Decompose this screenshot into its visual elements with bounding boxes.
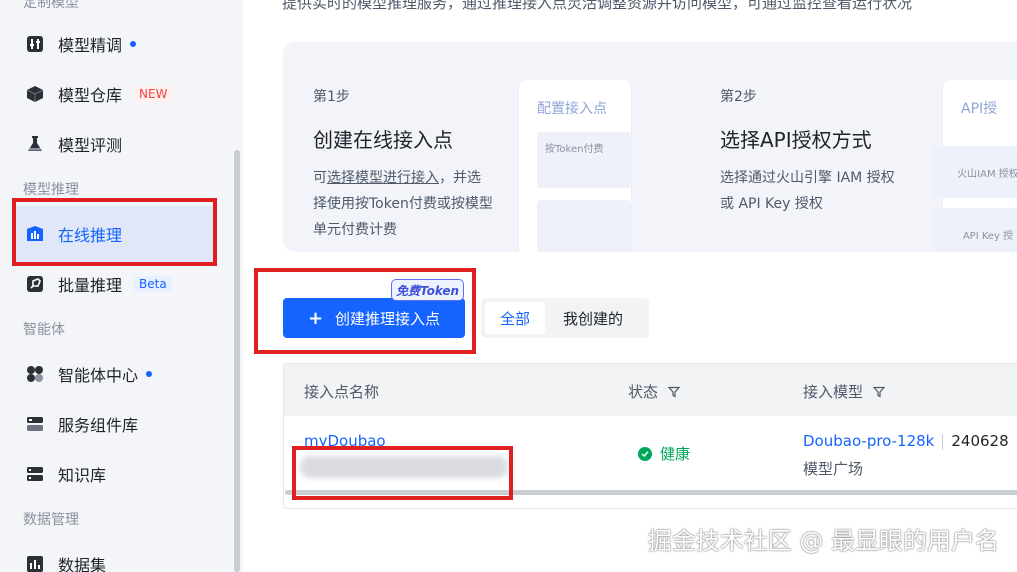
model-source: 模型广场 bbox=[803, 460, 864, 478]
sidebar-item-label: 智能体中心 bbox=[58, 366, 139, 385]
sidebar-item-model-repo[interactable]: 模型仓库 NEW bbox=[14, 66, 214, 122]
sidebar-item-fine-tune[interactable]: 模型精调 bbox=[14, 16, 214, 72]
highlight-box-row bbox=[292, 446, 513, 500]
filter-icon bbox=[668, 386, 681, 397]
app-root: 定制模型 模型精调 模型仓库 NEW 模型评测 模型推理 在线推理 批量推理 B… bbox=[0, 0, 1017, 572]
new-tag: NEW bbox=[134, 86, 173, 102]
table-header: 接入点名称 状态 接入模型 bbox=[284, 364, 1017, 416]
step-number: 第2步 bbox=[720, 89, 757, 105]
sidebar-item-label: 数据集 bbox=[58, 556, 107, 572]
rocket-icon bbox=[24, 273, 46, 295]
beta-tag: Beta bbox=[134, 276, 172, 292]
highlight-box-sidebar bbox=[12, 198, 217, 266]
status-badge: 健康 bbox=[638, 443, 690, 464]
sidebar-item-label: 知识库 bbox=[58, 466, 107, 485]
sidebar-item-label: 模型评测 bbox=[58, 136, 123, 155]
sidebar-section-inference: 模型推理 bbox=[23, 182, 79, 198]
new-dot-badge bbox=[130, 41, 137, 47]
dataset-icon bbox=[24, 553, 46, 572]
filter-mine-tab[interactable]: 我创建的 bbox=[563, 298, 623, 338]
agent-center-icon bbox=[24, 363, 46, 385]
highlight-box-create bbox=[254, 268, 476, 354]
sidebar-item-label: 服务组件库 bbox=[58, 416, 139, 435]
fine-tune-icon bbox=[24, 33, 46, 55]
check-circle-icon bbox=[638, 446, 652, 461]
flask-icon bbox=[24, 133, 46, 155]
guide-panel: 第1步 创建在线接入点 可选择模型进行接入，并选 择使用按Token付费或按模型… bbox=[283, 42, 1017, 252]
sidebar-item-dataset[interactable]: 数据集 bbox=[14, 536, 214, 572]
step-1: 第1步 创建在线接入点 可选择模型进行接入，并选 择使用按Token付费或按模型… bbox=[313, 86, 493, 243]
step-1-illustration: 配置接入点 按Token付费 bbox=[519, 80, 631, 252]
col-header-status[interactable]: 状态 bbox=[628, 381, 681, 402]
step-description: 选择通过火山引擎 IAM 授权 或 API Key 授权 bbox=[720, 170, 895, 212]
step-title: 创建在线接入点 bbox=[313, 128, 453, 152]
step-title: 选择API授权方式 bbox=[720, 128, 872, 152]
sidebar-item-knowledge-base[interactable]: 知识库 bbox=[14, 446, 214, 502]
step-description: 可选择模型进行接入，并选 择使用按Token付费或按模型 单元付费计费 bbox=[313, 170, 493, 238]
cube-icon bbox=[24, 83, 46, 105]
server-icon bbox=[24, 413, 46, 435]
step-2-illustration: API授 火山IAM 授权 API Key 授 bbox=[933, 80, 1017, 252]
step-number: 第1步 bbox=[313, 89, 350, 105]
knowledge-base-icon bbox=[24, 463, 46, 485]
filter-all-tab[interactable]: 全部 bbox=[485, 302, 545, 334]
new-dot-badge bbox=[146, 371, 153, 377]
sidebar-item-agent-center[interactable]: 智能体中心 bbox=[14, 346, 214, 402]
sidebar-section-agent: 智能体 bbox=[23, 322, 65, 338]
sidebar-item-label: 模型仓库 bbox=[58, 86, 123, 105]
step-2: 第2步 选择API授权方式 选择通过火山引擎 IAM 授权 或 API Key … bbox=[720, 86, 895, 217]
sidebar-section-data: 数据管理 bbox=[23, 512, 79, 528]
page-intro: 提供实时的模型推理服务，通过推理接入点灵活调整资源并访问模型，可通过监控查看运行… bbox=[282, 0, 913, 12]
sidebar: 定制模型 模型精调 模型仓库 NEW 模型评测 模型推理 在线推理 批量推理 B… bbox=[0, 0, 243, 572]
model-version: 240628 bbox=[951, 432, 1009, 450]
sidebar-scrollbar[interactable] bbox=[234, 150, 240, 572]
col-header-name: 接入点名称 bbox=[304, 383, 380, 401]
select-model-link[interactable]: 选择模型进行接入 bbox=[327, 170, 439, 186]
filter-icon bbox=[873, 386, 886, 397]
sidebar-section-custom-model: 定制模型 bbox=[23, 0, 79, 11]
watermark: 掘金技术社区 @ 最显眼的用户名 bbox=[647, 527, 999, 555]
sidebar-item-label: 模型精调 bbox=[58, 36, 123, 55]
filter-segment: 全部 我创建的 bbox=[481, 298, 649, 338]
col-header-model[interactable]: 接入模型 bbox=[803, 381, 886, 402]
sidebar-item-label: 批量推理 bbox=[58, 276, 123, 295]
sidebar-item-components[interactable]: 服务组件库 bbox=[14, 396, 214, 452]
model-link[interactable]: Doubao-pro-128k bbox=[803, 432, 934, 450]
sidebar-item-evaluation[interactable]: 模型评测 bbox=[14, 116, 214, 172]
model-cell: Doubao-pro-128k 240628 bbox=[803, 432, 1009, 450]
